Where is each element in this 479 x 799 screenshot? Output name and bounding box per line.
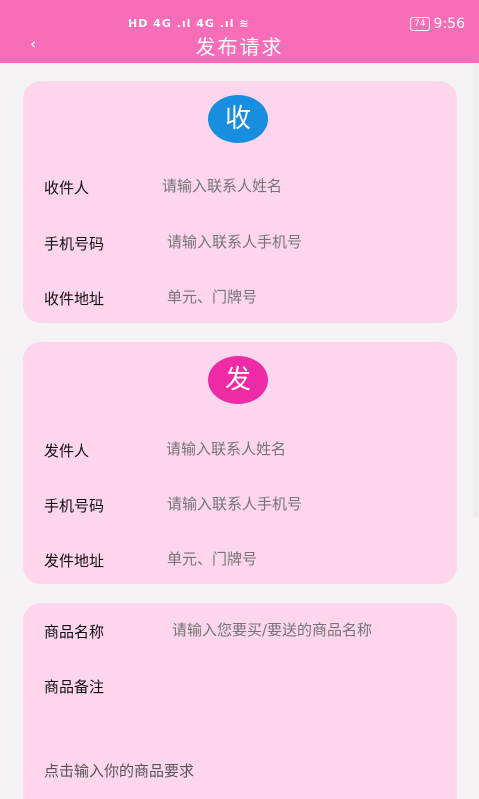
receiver-phone-input[interactable] [167,233,442,251]
scrollbar[interactable] [473,63,478,518]
sender-name-input[interactable] [166,440,442,458]
receiver-address-label: 收件地址 [44,290,105,308]
receiver-address-input[interactable] [167,288,442,306]
sender-name-label: 发件人 [44,442,90,460]
goods-note-input[interactable]: 点击输入你的商品要求 [44,760,194,781]
battery-icon: 74 [410,17,430,31]
sender-address-label: 发件地址 [44,552,105,570]
send-badge: 发 [208,356,268,404]
goods-card: 商品名称 商品备注 点击输入你的商品要求 [23,603,457,799]
app-header: HD 4G .ıl 4G .ıl ≋ 74 9:56 ‹ 发布请求 [0,0,479,63]
sender-phone-input[interactable] [167,495,442,513]
receiver-name-label: 收件人 [44,179,90,197]
status-right: 74 9:56 [410,16,465,32]
sender-card: 发 发件人 手机号码 发件地址 [23,342,457,584]
page-title: 发布请求 [195,35,284,59]
receive-badge: 收 [208,95,268,143]
receiver-card: 收 收件人 手机号码 收件地址 [23,81,457,323]
receiver-phone-label: 手机号码 [44,235,105,253]
goods-name-label: 商品名称 [44,623,105,641]
goods-note-label: 商品备注 [44,678,105,696]
signal-icons: HD 4G .ıl 4G .ıl ≋ [128,17,250,30]
sender-address-input[interactable] [167,550,442,568]
goods-name-input[interactable] [172,621,452,639]
receiver-name-input[interactable] [162,177,442,195]
clock: 9:56 [433,16,465,32]
sender-phone-label: 手机号码 [44,497,105,515]
